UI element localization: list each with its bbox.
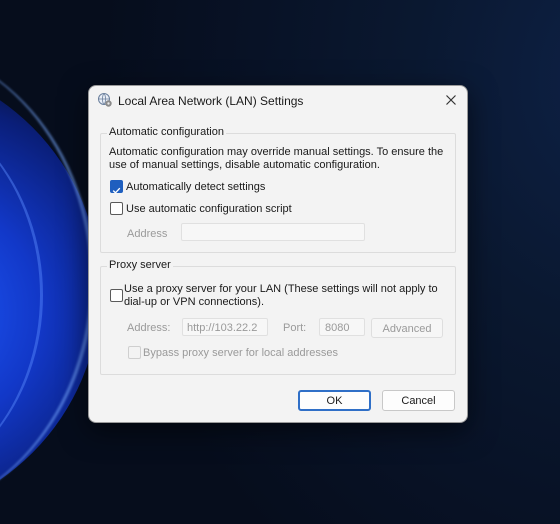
script-address-label: Address [127, 228, 168, 240]
use-proxy-label-line2[interactable]: dial-up or VPN connections). [124, 296, 264, 309]
cancel-button[interactable]: Cancel [382, 390, 455, 411]
proxy-address-field[interactable]: http://103.22.2 [182, 318, 268, 336]
advanced-button[interactable]: Advanced [371, 318, 443, 338]
dialog-title: Local Area Network (LAN) Settings [118, 94, 304, 108]
proxy-port-field[interactable]: 8080 [319, 318, 365, 336]
bypass-proxy-label[interactable]: Bypass proxy server for local addresses [143, 347, 338, 360]
proxy-address-label: Address: [127, 322, 171, 334]
detect-settings-checkbox[interactable] [110, 180, 123, 194]
ok-button[interactable]: OK [298, 390, 371, 411]
close-icon[interactable] [443, 92, 459, 108]
check-icon [112, 187, 121, 194]
use-proxy-checkbox[interactable] [110, 289, 123, 302]
auto-config-description-line2: use of manual settings, disable automati… [109, 159, 380, 171]
network-settings-icon [97, 92, 113, 108]
proxy-port-label: Port: [283, 322, 307, 334]
auto-config-script-label[interactable]: Use automatic configuration script [126, 203, 292, 216]
auto-config-legend: Automatic configuration [107, 126, 226, 138]
detect-settings-label[interactable]: Automatically detect settings [126, 181, 265, 194]
dialog-titlebar[interactable]: Local Area Network (LAN) Settings [89, 86, 467, 116]
auto-config-script-checkbox[interactable] [110, 202, 123, 215]
lan-settings-dialog: Local Area Network (LAN) Settings Automa… [88, 85, 468, 423]
auto-config-description-line1: Automatic configuration may override man… [109, 146, 444, 158]
script-address-field[interactable] [181, 223, 365, 241]
bypass-proxy-checkbox[interactable] [128, 346, 141, 359]
proxy-server-legend: Proxy server [107, 259, 173, 271]
use-proxy-label-line1[interactable]: Use a proxy server for your LAN (These s… [124, 283, 438, 296]
